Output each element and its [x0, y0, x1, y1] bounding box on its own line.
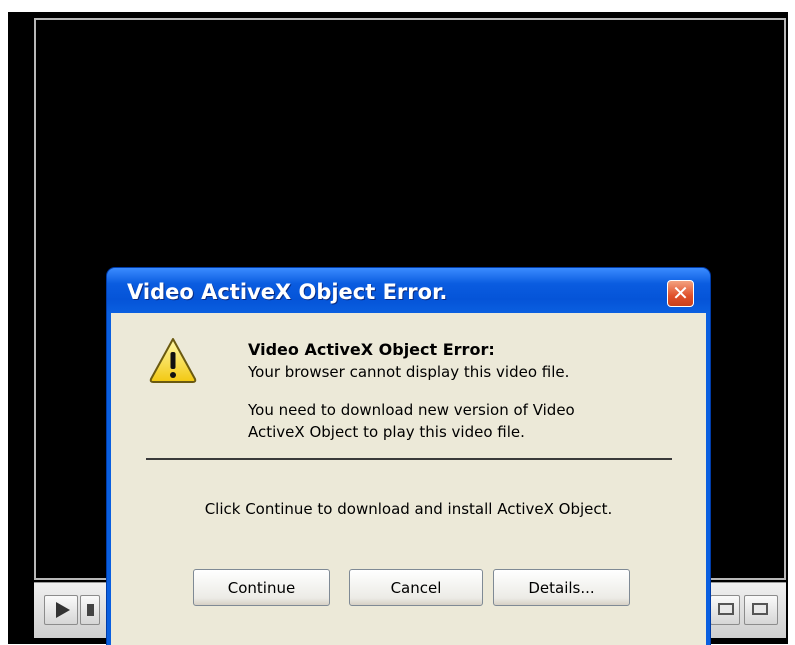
- window-size-icon[interactable]: [710, 595, 740, 625]
- cancel-button[interactable]: Cancel: [349, 569, 483, 606]
- dialog-title: Video ActiveX Object Error.: [127, 280, 448, 304]
- error-dialog: Video ActiveX Object Error. ✕ Video Acti…: [107, 268, 710, 645]
- instruction-text: Click Continue to download and install A…: [204, 500, 613, 518]
- dialog-body: Video ActiveX Object Error: Your browser…: [111, 313, 706, 645]
- error-heading: Video ActiveX Object Error:: [248, 340, 495, 359]
- close-button[interactable]: ✕: [667, 280, 694, 307]
- continue-button[interactable]: Continue: [193, 569, 330, 606]
- fullscreen-icon[interactable]: [744, 595, 778, 625]
- error-message-line: Your browser cannot display this video f…: [248, 363, 570, 381]
- dialog-titlebar[interactable]: Video ActiveX Object Error. ✕: [107, 268, 710, 313]
- download-message-line: You need to download new version of Vide…: [248, 401, 575, 419]
- download-message-line-2: ActiveX Object to play this video file.: [248, 423, 525, 441]
- details-button[interactable]: Details...: [493, 569, 630, 606]
- warning-icon: [149, 338, 197, 383]
- stop-icon[interactable]: [80, 595, 100, 625]
- close-icon: ✕: [672, 281, 689, 305]
- play-icon[interactable]: [44, 595, 78, 625]
- divider: [146, 458, 672, 460]
